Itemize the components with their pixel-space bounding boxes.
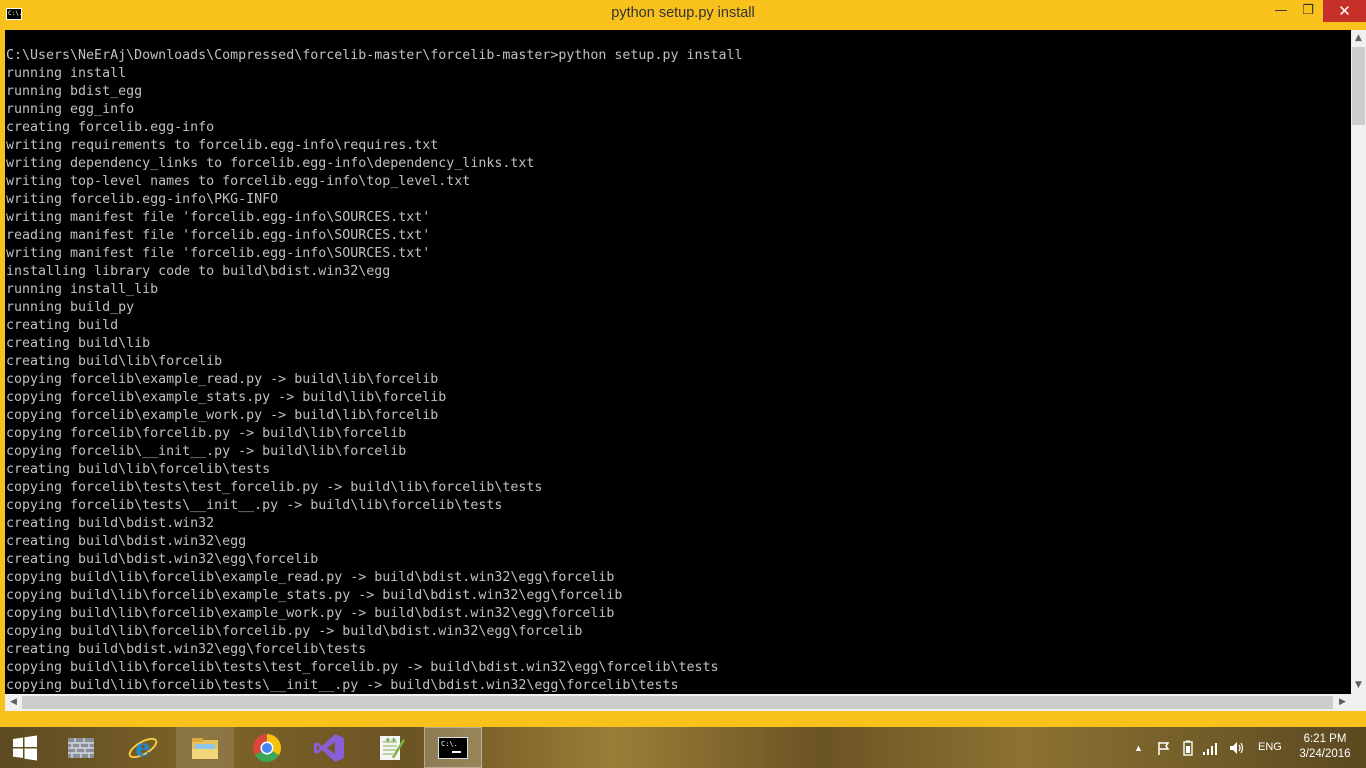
console-line: creating build\bdist.win32\egg <box>6 534 247 549</box>
console-line: reading manifest file 'forcelib.egg-info… <box>6 228 431 243</box>
taskbar-explorer[interactable] <box>176 727 234 768</box>
scroll-left-arrow-icon[interactable]: ◀ <box>5 694 22 711</box>
console-line: copying forcelib\__init__.py -> build\li… <box>6 444 407 459</box>
system-tray: ▲ ENG 6:21 PM 3/24/2016 <box>1128 727 1366 768</box>
console-line: writing requirements to forcelib.egg-inf… <box>6 138 439 153</box>
minimize-button[interactable]: — <box>1268 0 1294 22</box>
taskbar-ie[interactable]: e <box>114 727 172 768</box>
scroll-up-arrow-icon[interactable]: ▲ <box>1351 30 1366 47</box>
console-line: copying build\lib\forcelib\tests\__init_… <box>6 678 679 693</box>
console-line: creating build\lib <box>6 336 151 351</box>
window-title: python setup.py install <box>611 5 755 21</box>
console-line: copying build\lib\forcelib\forcelib.py -… <box>6 624 583 639</box>
horizontal-scroll-thumb[interactable] <box>22 696 1333 709</box>
brick-wall-icon <box>68 737 94 758</box>
scrollbar-corner <box>1351 694 1366 711</box>
wifi-signal-icon[interactable] <box>1202 740 1220 759</box>
svg-text:++: ++ <box>385 736 397 744</box>
console-line: copying forcelib\forcelib.py -> build\li… <box>6 426 407 441</box>
chrome-icon <box>253 733 281 762</box>
file-explorer-icon <box>192 737 218 759</box>
close-button[interactable]: ✕ <box>1323 0 1366 22</box>
taskbar-cmd[interactable]: C:\. <box>424 727 482 768</box>
visual-studio-icon <box>314 733 344 762</box>
console-line: creating build\lib\forcelib\tests <box>6 462 271 477</box>
console-line: creating build\bdist.win32\egg\forcelib <box>6 552 319 567</box>
command-prompt-icon: C:\. <box>438 736 468 759</box>
vertical-scroll-thumb[interactable] <box>1352 47 1365 125</box>
console-line: creating build <box>6 318 119 333</box>
show-hidden-icons-icon[interactable]: ▲ <box>1134 743 1143 753</box>
start-button[interactable] <box>0 727 50 768</box>
console-output[interactable]: C:\Users\NeErAj\Downloads\Compressed\for… <box>5 30 1351 694</box>
horizontal-scrollbar[interactable]: ◀ ▶ <box>5 694 1351 711</box>
scroll-down-arrow-icon[interactable]: ▼ <box>1351 677 1366 694</box>
title-bar[interactable]: C:\. python setup.py install — ❐ ✕ <box>0 0 1366 30</box>
console-window: C:\. python setup.py install — ❐ ✕ C:\Us… <box>0 0 1366 727</box>
console-line: running install <box>6 66 127 81</box>
console-text: C:\Users\NeErAj\Downloads\Compressed\for… <box>6 47 743 694</box>
console-line: writing manifest file 'forcelib.egg-info… <box>6 246 431 261</box>
console-line: installing library code to build\bdist.w… <box>6 264 391 279</box>
console-line: copying build\lib\forcelib\tests\test_fo… <box>6 660 719 675</box>
console-line: writing forcelib.egg-info\PKG-INFO <box>6 192 279 207</box>
console-line: running build_py <box>6 300 135 315</box>
console-line: running install_lib <box>6 282 159 297</box>
action-center-flag-icon[interactable] <box>1156 740 1172 759</box>
clock-time: 6:21 PM <box>1303 733 1347 745</box>
console-line: creating build\bdist.win32\egg\forcelib\… <box>6 642 367 657</box>
scroll-right-arrow-icon[interactable]: ▶ <box>1334 694 1351 711</box>
clock-date: 3/24/2016 <box>1299 748 1351 760</box>
console-line: copying forcelib\tests\test_forcelib.py … <box>6 480 543 495</box>
console-line: copying build\lib\forcelib\example_read.… <box>6 570 615 585</box>
console-line: writing manifest file 'forcelib.egg-info… <box>6 210 431 225</box>
taskbar-app-1[interactable] <box>52 727 110 768</box>
notepad-plus-plus-icon: ++ <box>380 735 405 760</box>
language-indicator[interactable]: ENG <box>1258 741 1282 753</box>
console-line: writing dependency_links to forcelib.egg… <box>6 156 535 171</box>
console-line: C:\Users\NeErAj\Downloads\Compressed\for… <box>6 48 743 63</box>
console-line: running bdist_egg <box>6 84 143 99</box>
console-line: creating build\bdist.win32 <box>6 516 215 531</box>
console-line: copying build\lib\forcelib\example_work.… <box>6 606 615 621</box>
console-line: creating build\lib\forcelib <box>6 354 223 369</box>
console-line: writing top-level names to forcelib.egg-… <box>6 174 471 189</box>
vertical-scrollbar[interactable]: ▲ ▼ <box>1351 30 1366 694</box>
console-line: copying forcelib\tests\__init__.py -> bu… <box>6 498 503 513</box>
internet-explorer-icon: e <box>128 733 158 762</box>
battery-icon[interactable] <box>1182 740 1194 759</box>
taskbar-visual-studio[interactable] <box>300 727 358 768</box>
console-line: copying forcelib\example_read.py -> buil… <box>6 372 439 387</box>
windows-logo-icon <box>13 735 37 760</box>
svg-text:e: e <box>135 733 150 762</box>
console-line: copying forcelib\example_work.py -> buil… <box>6 408 439 423</box>
volume-icon[interactable] <box>1228 740 1246 759</box>
console-line: copying forcelib\example_stats.py -> bui… <box>6 390 447 405</box>
svg-text:C:\.: C:\. <box>441 740 458 748</box>
taskbar-notepadpp[interactable]: ++ <box>362 727 420 768</box>
clock[interactable]: 6:21 PM 3/24/2016 <box>1290 732 1360 762</box>
console-line: copying build\lib\forcelib\example_stats… <box>6 588 623 603</box>
maximize-button[interactable]: ❐ <box>1294 0 1322 22</box>
console-line: running egg_info <box>6 102 135 117</box>
console-line: creating forcelib.egg-info <box>6 120 215 135</box>
taskbar-chrome[interactable] <box>238 727 296 768</box>
